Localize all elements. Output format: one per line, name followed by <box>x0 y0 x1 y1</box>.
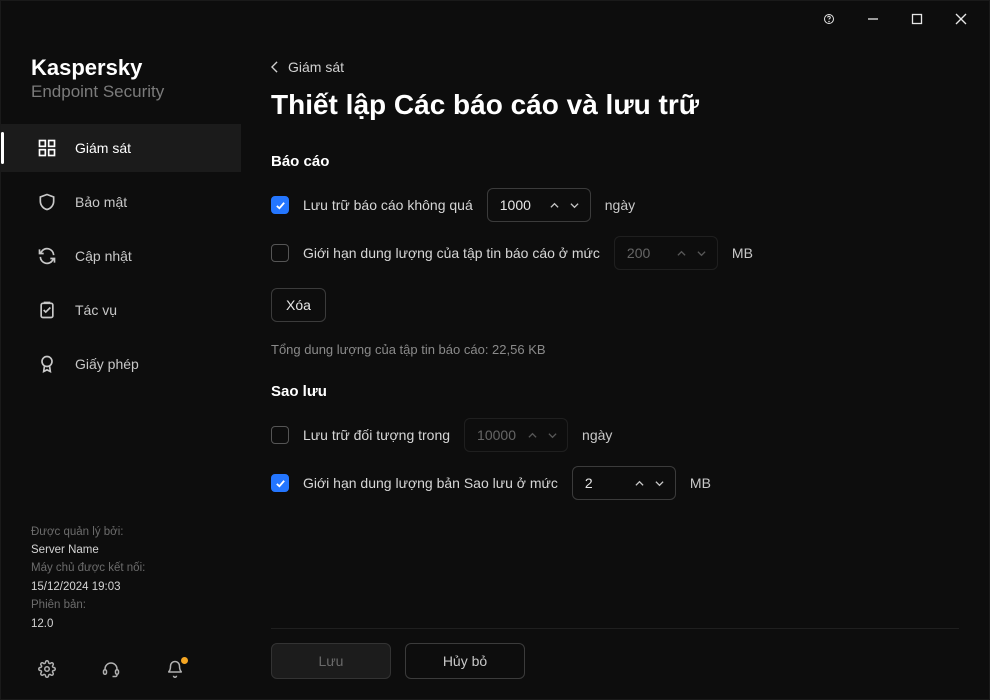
chevron-up-icon[interactable] <box>546 192 564 218</box>
sidebar-item-monitor[interactable]: Giám sát <box>1 124 241 172</box>
checkbox-limit-backup-size[interactable] <box>271 474 289 492</box>
label-limit-report-size: Giới hạn dung lượng của tập tin báo cáo … <box>303 245 600 261</box>
chevron-down-icon <box>543 422 561 448</box>
chevron-up-icon[interactable] <box>631 470 649 496</box>
stepper-report-days[interactable]: 1000 <box>487 188 591 222</box>
sidebar: Kaspersky Endpoint Security Giám sát Bảo… <box>1 37 241 699</box>
cancel-button[interactable]: Hủy bỏ <box>405 643 525 679</box>
label-keep-backup: Lưu trữ đối tượng trong <box>303 427 450 443</box>
stepper-backup-size[interactable]: 2 <box>572 466 676 500</box>
reports-total-size: Tổng dung lượng của tập tin báo cáo: 22,… <box>271 342 959 357</box>
footer-actions: Lưu Hủy bỏ <box>271 628 959 699</box>
sidebar-item-label: Cập nhật <box>75 248 132 264</box>
chevron-down-icon[interactable] <box>566 192 584 218</box>
notification-icon[interactable] <box>163 657 187 681</box>
minimize-icon[interactable] <box>851 4 895 34</box>
breadcrumb[interactable]: Giám sát <box>271 59 959 75</box>
brand: Kaspersky Endpoint Security <box>1 49 241 122</box>
notification-badge <box>181 657 188 664</box>
sidebar-item-label: Bảo mật <box>75 194 127 210</box>
sidebar-item-tasks[interactable]: Tác vụ <box>1 286 241 334</box>
support-icon[interactable] <box>99 657 123 681</box>
clipboard-icon <box>37 300 57 320</box>
unit-mb: MB <box>732 245 753 261</box>
close-icon[interactable] <box>939 4 983 34</box>
chevron-up-icon <box>673 240 691 266</box>
unit-days: ngày <box>582 427 612 443</box>
brand-name: Kaspersky <box>31 55 217 81</box>
label-limit-backup-size: Giới hạn dung lượng bản Sao lưu ở mức <box>303 475 558 491</box>
breadcrumb-label: Giám sát <box>288 59 344 75</box>
checkbox-keep-reports[interactable] <box>271 196 289 214</box>
license-icon <box>37 354 57 374</box>
sidebar-item-label: Giấy phép <box>75 356 139 372</box>
help-icon[interactable] <box>807 4 851 34</box>
save-button[interactable]: Lưu <box>271 643 391 679</box>
titlebar <box>1 1 989 37</box>
sidebar-item-update[interactable]: Cập nhật <box>1 232 241 280</box>
sidebar-item-security[interactable]: Bảo mật <box>1 178 241 226</box>
checkbox-limit-report-size[interactable] <box>271 244 289 262</box>
maximize-icon[interactable] <box>895 4 939 34</box>
shield-icon <box>37 192 57 212</box>
chevron-up-icon <box>523 422 541 448</box>
refresh-icon <box>37 246 57 266</box>
section-backup-title: Sao lưu <box>271 383 959 400</box>
section-reports-title: Báo cáo <box>271 153 959 170</box>
stepper-report-size: 200 <box>614 236 718 270</box>
monitor-icon <box>37 138 57 158</box>
main-content: Giám sát Thiết lập Các báo cáo và lưu tr… <box>241 37 989 699</box>
brand-product: Endpoint Security <box>31 82 217 102</box>
settings-icon[interactable] <box>35 657 59 681</box>
unit-mb: MB <box>690 475 711 491</box>
sidebar-item-label: Giám sát <box>75 140 131 156</box>
chevron-down-icon <box>693 240 711 266</box>
label-keep-reports: Lưu trữ báo cáo không quá <box>303 197 473 213</box>
sidebar-item-label: Tác vụ <box>75 302 117 318</box>
sidebar-item-license[interactable]: Giấy phép <box>1 340 241 388</box>
chevron-down-icon[interactable] <box>651 470 669 496</box>
checkbox-keep-backup[interactable] <box>271 426 289 444</box>
delete-reports-button[interactable]: Xóa <box>271 288 326 322</box>
unit-days: ngày <box>605 197 635 213</box>
stepper-backup-days: 10000 <box>464 418 568 452</box>
page-title: Thiết lập Các báo cáo và lưu trữ <box>271 89 959 121</box>
server-info: Được quản lý bởi: Server Name Máy chủ đư… <box>1 523 241 643</box>
chevron-left-icon <box>271 61 278 73</box>
